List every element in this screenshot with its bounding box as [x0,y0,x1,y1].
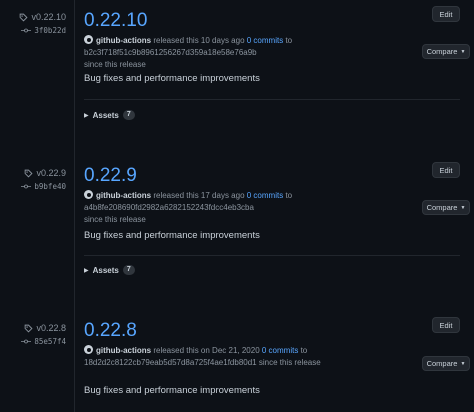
commits-link[interactable]: 0 commits [262,346,298,355]
tag-name: v0.22.9 [36,168,66,178]
caret-right-icon: ▶ [84,112,89,119]
assets-toggle[interactable]: ▶ Assets 7 [84,110,135,120]
assets-count-badge: 7 [122,265,135,275]
target-commit: 18d2d2c8122cb79eab5d57d8a725f4ae1fdb80d1 [84,358,257,367]
commit-icon [21,339,32,343]
since-text: since this release [84,60,146,69]
triangle-down-icon: ▼ [460,48,466,55]
tag-icon [20,13,28,22]
since-text: since this release [84,215,146,224]
author-link[interactable]: github-actions [96,191,151,200]
commits-link[interactable]: 0 commits [247,191,283,200]
assets-count-badge: 7 [122,110,135,120]
commit-link[interactable]: 85e57f4 [0,335,70,347]
to-text: to [285,191,293,200]
commit-link[interactable]: b9bfe40 [0,180,70,192]
timeline-divider [74,0,75,412]
tag-link[interactable]: v0.22.8 [0,321,70,335]
release-sidebar: v0.22.8 85e57f4 [0,321,70,347]
commit-hash: 85e57f4 [34,336,66,346]
tag-name: v0.22.10 [31,12,66,22]
tag-icon [25,169,33,178]
releases-page: v0.22.10 3f0b22d Compare ▼ 0.22.10 Edit … [0,0,474,412]
target-commit: a4b8fe208690fd2982a6282152243fdcc4eb3cba [84,203,254,212]
release-title[interactable]: 0.22.9 [84,165,460,187]
caret-right-icon: ▶ [84,267,89,274]
release-sidebar: v0.22.10 3f0b22d [0,10,70,36]
target-commit: b2c3f718f51c9b8961256267d359a18e58e76a9b [84,48,257,57]
commit-icon [21,184,32,188]
release-meta: github-actions released this 10 days ago… [84,35,460,71]
assets-toggle[interactable]: ▶ Assets 7 [84,265,135,275]
triangle-down-icon: ▼ [460,204,466,211]
triangle-down-icon: ▼ [460,360,466,367]
commit-hash: 3f0b22d [34,25,66,35]
commit-hash: b9bfe40 [34,181,66,191]
section-divider [84,99,460,100]
to-text: to [300,346,308,355]
edit-button[interactable]: Edit [432,6,460,22]
edit-button[interactable]: Edit [432,317,460,333]
commits-link[interactable]: 0 commits [247,36,283,45]
author-link[interactable]: github-actions [96,346,151,355]
section-divider [84,255,460,256]
release-title[interactable]: 0.22.10 [84,10,460,32]
release-notes: Bug fixes and performance improvements [84,73,260,84]
release-meta: github-actions released this 17 days ago… [84,190,460,226]
release-content: 0.22.10 Edit github-actions released thi… [84,6,460,120]
edit-button[interactable]: Edit [432,162,460,178]
released-text: released this 10 days ago [153,36,245,45]
tag-icon [25,324,33,333]
released-text: released this on Dec 21, 2020 [153,346,260,355]
github-mark-icon [84,190,93,199]
release-notes: Bug fixes and performance improvements [84,230,260,241]
released-text: released this 17 days ago [153,191,245,200]
assets-label: Assets [92,110,119,120]
github-mark-icon [84,345,93,354]
assets-label: Assets [92,265,119,275]
release-sidebar: v0.22.9 b9bfe40 [0,166,70,192]
to-text: to [285,36,293,45]
release-content: 0.22.9 Edit github-actions released this… [84,162,460,275]
release-notes: Bug fixes and performance improvements [84,385,260,396]
release-title[interactable]: 0.22.8 [84,320,460,342]
github-mark-icon [84,35,93,44]
commit-icon [21,28,32,32]
commit-link[interactable]: 3f0b22d [0,24,70,36]
author-link[interactable]: github-actions [96,36,151,45]
release-meta: github-actions released this on Dec 21, … [84,345,460,369]
tag-link[interactable]: v0.22.9 [0,166,70,180]
tag-link[interactable]: v0.22.10 [0,10,70,24]
release-content: 0.22.8 Edit github-actions released this… [84,317,460,396]
tag-name: v0.22.8 [36,323,66,333]
since-text: since this release [258,358,321,367]
scrollbar[interactable] [470,0,474,412]
